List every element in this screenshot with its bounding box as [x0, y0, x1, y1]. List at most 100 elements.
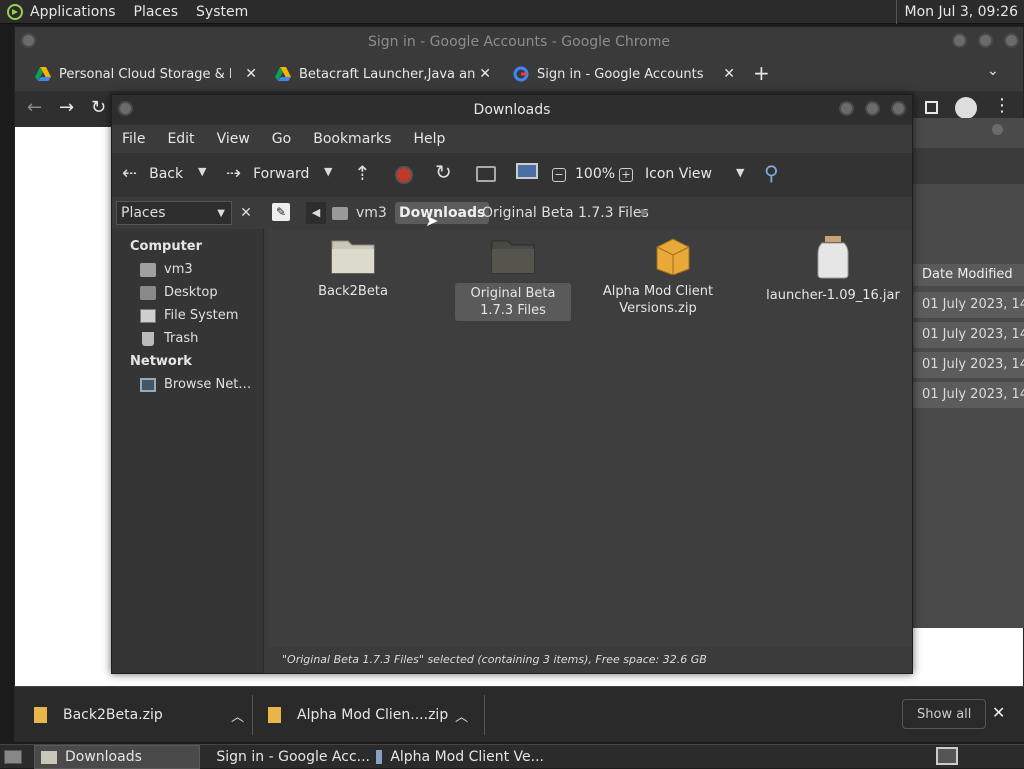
close-icon[interactable]	[1004, 33, 1019, 48]
file-item-launcher-jar[interactable]: launcher-1.09_16.jar	[758, 235, 908, 304]
forward-arrow-icon[interactable]: →	[59, 97, 74, 118]
computer-icon[interactable]	[516, 163, 538, 179]
stop-icon[interactable]	[395, 166, 413, 184]
back-history-dropdown-icon[interactable]: ▼	[198, 165, 206, 178]
chevron-up-icon[interactable]: ︿	[231, 706, 244, 725]
home-icon[interactable]	[476, 166, 496, 182]
sidebar-item-file-system[interactable]: File System	[112, 304, 263, 327]
forward-history-dropdown-icon[interactable]: ▼	[324, 165, 332, 178]
minimize-icon[interactable]	[952, 33, 967, 48]
window-close-icon[interactable]	[990, 122, 1005, 137]
tab-search-chevron-icon[interactable]: ⌄	[987, 63, 999, 79]
chrome-titlebar[interactable]: Sign in - Google Accounts - Google Chrom…	[15, 27, 1023, 57]
file-item-original-beta[interactable]: Original Beta 1.7.3 Files	[438, 235, 588, 321]
places-menu[interactable]: Places	[134, 4, 179, 20]
zoom-level: 100%	[575, 166, 615, 182]
reload-icon[interactable]: ↻	[435, 160, 452, 184]
path-button-vm3[interactable]: vm3	[332, 201, 387, 225]
close-icon[interactable]: ✕	[245, 66, 257, 82]
tab-personal-cloud-storage[interactable]: Personal Cloud Storage & File ✕	[29, 59, 261, 89]
new-tab-button[interactable]: +	[753, 61, 770, 85]
column-header-date-modified[interactable]: Date Modified	[912, 264, 1024, 286]
location-bar: Places ▼ ✕ ✎ ◀ vm3 Downloads Original Be…	[112, 197, 912, 229]
back-button[interactable]: ⇠ Back	[122, 163, 183, 184]
list-item[interactable]: 01 July 2023, 14:12	[912, 322, 1024, 348]
tab-label: Personal Cloud Storage & File	[59, 67, 231, 82]
sidebar-item-trash[interactable]: Trash	[112, 327, 263, 350]
zip-file-icon	[34, 707, 47, 723]
download-item-alpha-mod[interactable]: Alpha Mod Clien....zip ︿	[268, 697, 468, 733]
applications-menu[interactable]: Applications	[30, 4, 116, 20]
close-icon[interactable]: ✕	[723, 66, 735, 82]
close-sidebar-icon[interactable]: ✕	[236, 201, 256, 225]
close-icon[interactable]: ✕	[479, 66, 491, 82]
home-folder-icon	[332, 207, 348, 220]
list-item[interactable]: 01 July 2023, 14:12	[912, 292, 1024, 318]
file-manager-window: Downloads File Edit View Go Bookmarks He…	[111, 94, 913, 674]
tab-betacraft-launcher[interactable]: Betacraft Launcher,Java and w ✕	[269, 59, 495, 89]
sidebar-item-vm3[interactable]: vm3	[112, 258, 263, 281]
tab-sign-in-google[interactable]: Sign in - Google Accounts ✕	[507, 59, 735, 89]
menu-help[interactable]: Help	[413, 131, 445, 147]
profile-avatar-icon[interactable]	[955, 97, 977, 119]
task-alpha-mod-client[interactable]: Alpha Mod Client Ve...	[374, 745, 544, 769]
path-button-downloads[interactable]: Downloads	[395, 202, 489, 224]
up-arrow-icon[interactable]: ⇡	[354, 161, 371, 185]
close-downloads-bar-icon[interactable]: ✕	[992, 703, 1005, 722]
task-downloads[interactable]: Downloads	[34, 745, 200, 769]
view-mode-select[interactable]: Icon View	[645, 166, 712, 182]
edit-location-icon[interactable]: ✎	[272, 203, 290, 221]
jar-icon	[816, 235, 850, 279]
maximize-icon[interactable]	[865, 101, 880, 116]
search-icon[interactable]: ⚲	[764, 161, 779, 185]
path-scroll-right-icon[interactable]: ▶	[638, 202, 652, 224]
menu-bookmarks[interactable]: Bookmarks	[313, 131, 391, 147]
zoom-in-icon[interactable]: +	[619, 168, 633, 182]
list-item[interactable]: 01 July 2023, 14:12	[912, 382, 1024, 408]
system-logo-icon[interactable]	[6, 3, 24, 21]
system-menu[interactable]: System	[196, 4, 248, 20]
chrome-window-title: Sign in - Google Accounts - Google Chrom…	[368, 34, 670, 50]
google-icon	[513, 66, 529, 82]
back-arrow-icon[interactable]: ←	[27, 97, 42, 118]
tab-label: Betacraft Launcher,Java and w	[299, 67, 475, 82]
menu-go[interactable]: Go	[272, 131, 291, 147]
sidebar-item-browse-network[interactable]: Browse Net…	[112, 373, 263, 396]
more-menu-icon[interactable]: ⋮	[993, 95, 1011, 116]
icon-view[interactable]: Back2Beta Original Beta 1.7.3 Files Alph…	[268, 229, 912, 647]
file-item-back2beta[interactable]: Back2Beta	[278, 235, 428, 300]
menu-view[interactable]: View	[217, 131, 250, 147]
sidebar-header-computer: Computer	[112, 235, 263, 258]
path-button-original-beta[interactable]: Original Beta 1.7.3 Files	[482, 202, 649, 224]
google-drive-icon	[275, 66, 291, 82]
download-item-back2beta[interactable]: Back2Beta.zip ︿	[34, 697, 244, 733]
list-item[interactable]: 01 July 2023, 14:12	[912, 352, 1024, 378]
reload-icon[interactable]: ↻	[91, 97, 106, 118]
toolbar: ⇠ Back ▼ ⇢ Forward ▼ ⇡ ↻ − 100% + Icon V…	[112, 153, 912, 197]
menu-file[interactable]: File	[122, 131, 145, 147]
tab-strip: Personal Cloud Storage & File ✕ Betacraf…	[15, 57, 1023, 91]
menu-edit[interactable]: Edit	[167, 131, 194, 147]
sidebar-item-desktop[interactable]: Desktop	[112, 281, 263, 304]
minimize-icon[interactable]	[839, 101, 854, 116]
show-all-button[interactable]: Show all	[902, 699, 986, 729]
path-scroll-left-icon[interactable]: ◀	[306, 202, 326, 224]
forward-button[interactable]: ⇢ Forward	[226, 163, 309, 184]
sidebar-selector[interactable]: Places ▼	[116, 201, 232, 225]
window-menu-icon[interactable]	[118, 101, 133, 116]
zoom-out-icon[interactable]: −	[552, 168, 566, 182]
close-icon[interactable]	[891, 101, 906, 116]
trash-icon	[142, 332, 154, 346]
workspace-switcher-icon[interactable]	[936, 747, 958, 765]
show-desktop-icon[interactable]	[4, 750, 22, 764]
back-arrow-icon: ⇠	[122, 163, 137, 184]
maximize-icon[interactable]	[978, 33, 993, 48]
sidepanel-icon[interactable]	[925, 101, 938, 114]
clock[interactable]: Mon Jul 3, 09:26	[896, 0, 1024, 24]
file-item-alpha-mod-zip[interactable]: Alpha Mod Client Versions.zip	[598, 235, 748, 317]
chevron-up-icon[interactable]: ︿	[455, 706, 468, 725]
file-manager-titlebar[interactable]: Downloads	[112, 95, 912, 125]
view-mode-dropdown-icon[interactable]: ▼	[736, 166, 744, 179]
task-chrome[interactable]: Sign in - Google Acc...	[206, 745, 370, 769]
window-menu-icon[interactable]	[21, 33, 36, 48]
